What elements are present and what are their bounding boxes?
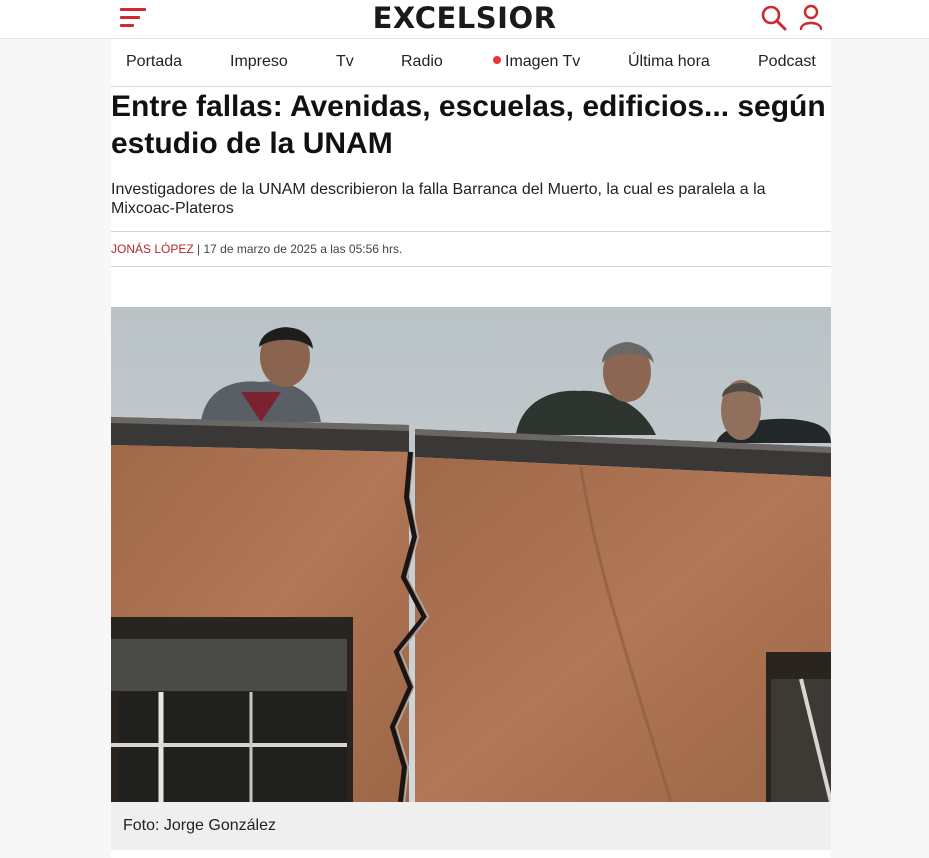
byline-separator: | bbox=[193, 242, 204, 256]
nav-item-radio[interactable]: Radio bbox=[401, 53, 443, 71]
byline: JONÁS LÓPEZ | 17 de marzo de 2025 a las … bbox=[111, 231, 831, 267]
article-photo[interactable] bbox=[111, 307, 831, 802]
user-icon[interactable] bbox=[797, 3, 825, 31]
nav-item-label: Imagen Tv bbox=[505, 53, 581, 70]
window-right bbox=[766, 652, 831, 802]
publish-date: 17 de marzo de 2025 a las 05:56 hrs. bbox=[203, 242, 403, 256]
top-bar: EXCELSIOR bbox=[0, 0, 929, 39]
author-link[interactable]: JONÁS LÓPEZ bbox=[111, 242, 194, 256]
article-summary: Investigadores de la UNAM describieron l… bbox=[111, 181, 766, 217]
nav-item-impreso[interactable]: Impreso bbox=[230, 53, 288, 71]
window-left bbox=[111, 617, 353, 802]
section-nav: Portada Impreso Tv Radio Imagen Tv Últim… bbox=[111, 39, 831, 87]
nav-item-podcast[interactable]: Podcast bbox=[758, 53, 816, 71]
article-headline: Entre fallas: Avenidas, escuelas, edific… bbox=[111, 90, 826, 160]
search-icon[interactable] bbox=[760, 4, 788, 32]
nav-item-portada[interactable]: Portada bbox=[126, 53, 182, 71]
site-logo[interactable]: EXCELSIOR bbox=[0, 1, 929, 35]
live-dot-icon bbox=[493, 56, 501, 64]
article-column: Portada Impreso Tv Radio Imagen Tv Últim… bbox=[111, 39, 831, 858]
photo-caption: Foto: Jorge González bbox=[111, 802, 831, 850]
nav-item-tv[interactable]: Tv bbox=[336, 53, 354, 71]
nav-item-imagen-tv[interactable]: Imagen Tv bbox=[493, 53, 580, 71]
nav-item-ultima-hora[interactable]: Última hora bbox=[628, 53, 710, 71]
